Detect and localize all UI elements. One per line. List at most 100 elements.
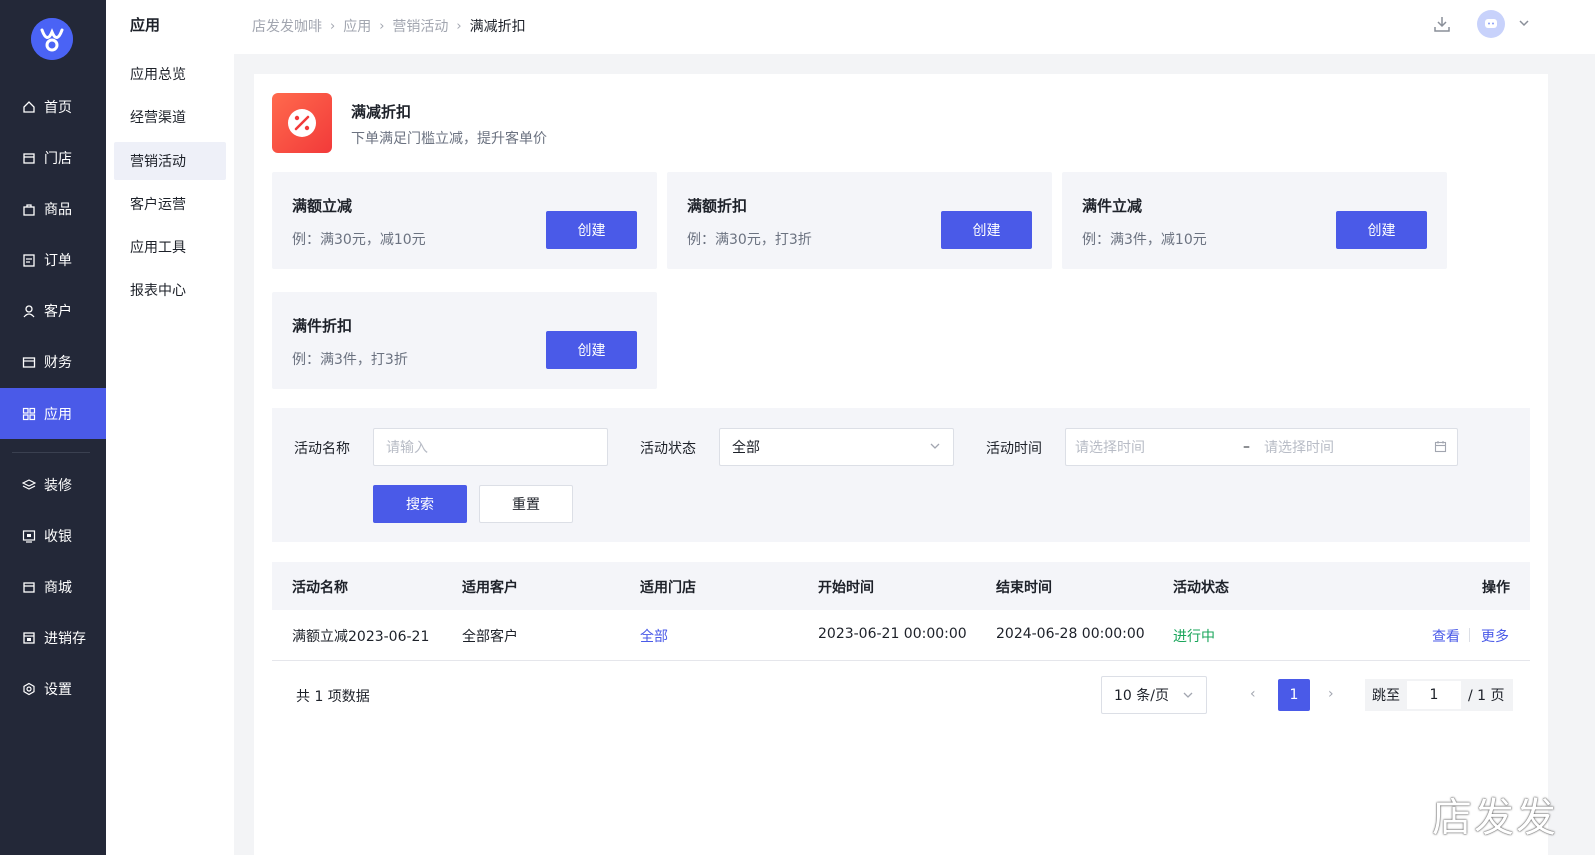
create-button[interactable]: 创建: [546, 211, 637, 249]
jump-input[interactable]: 1: [1407, 681, 1461, 709]
start-time-input[interactable]: 请选择时间: [1075, 437, 1145, 457]
activity-status-label: 活动状态: [640, 441, 696, 457]
inventory-icon: [22, 631, 36, 645]
submenu-item-marketing[interactable]: 营销活动: [114, 142, 226, 180]
chevron-right-icon: ›: [330, 18, 336, 34]
logo[interactable]: [31, 18, 73, 60]
submenu-item-tools[interactable]: 应用工具: [114, 228, 226, 266]
nav-item-settings[interactable]: 设置: [0, 664, 106, 714]
user-icon: [22, 304, 36, 318]
logo-icon: [31, 18, 73, 60]
avatar[interactable]: [1477, 10, 1505, 38]
home-icon: [22, 100, 36, 114]
card-description: 例：满30元，减10元: [292, 232, 426, 248]
page-number-current[interactable]: 1: [1278, 679, 1310, 711]
store-icon: [22, 151, 36, 165]
chevron-down-icon: [1182, 689, 1194, 705]
breadcrumb-item[interactable]: 店发发咖啡: [252, 16, 322, 36]
range-separator: –: [1243, 439, 1250, 455]
end-time-input[interactable]: 请选择时间: [1264, 437, 1334, 457]
card-title: 满件折扣: [292, 317, 353, 335]
column-header: 活动状态: [1173, 580, 1229, 596]
nav-item-label: 首页: [44, 100, 72, 116]
column-header: 操作: [1482, 580, 1510, 596]
nav-divider: [12, 452, 90, 453]
next-page-icon[interactable]: ›: [1328, 686, 1334, 702]
nav-item-order[interactable]: 订单: [0, 235, 106, 285]
download-icon[interactable]: [1432, 14, 1452, 34]
calendar-icon: [1434, 440, 1447, 457]
column-header: 开始时间: [818, 580, 874, 596]
reset-button[interactable]: 重置: [479, 485, 573, 523]
breadcrumb-item[interactable]: 应用: [343, 16, 371, 36]
submenu-item-overview[interactable]: 应用总览: [114, 55, 226, 93]
activity-time-range[interactable]: 请选择时间 – 请选择时间: [1065, 428, 1458, 466]
activity-status-select[interactable]: 全部: [719, 428, 954, 466]
view-link[interactable]: 查看: [1432, 626, 1460, 646]
submenu-item-reports[interactable]: 报表中心: [114, 271, 226, 309]
nav-item-cashier[interactable]: 收银: [0, 511, 106, 561]
nav-item-customer[interactable]: 客户: [0, 286, 106, 336]
watermark: 店发发: [1432, 795, 1558, 841]
input-placeholder: 请输入: [386, 440, 428, 456]
nav-item-decorate[interactable]: 装修: [0, 460, 106, 510]
nav-item-label: 应用: [44, 406, 72, 423]
nav-item-label: 装修: [44, 478, 72, 494]
column-header: 结束时间: [996, 580, 1052, 596]
filter-panel: 活动名称 请输入 活动状态 全部 活动时间 请选择时间 – 请选择时间 搜索 重…: [272, 408, 1530, 542]
nav-item-label: 财务: [44, 355, 72, 371]
breadcrumb: 店发发咖啡 › 应用 › 营销活动 › 满减折扣: [252, 16, 526, 36]
column-header: 适用客户: [462, 580, 518, 596]
search-button[interactable]: 搜索: [373, 485, 467, 523]
sub-menu: 应用 应用总览 经营渠道 营销活动 客户运营 应用工具 报表中心: [106, 0, 234, 855]
nav-item-goods[interactable]: 商品: [0, 184, 106, 234]
activity-type-card: 满额折扣 例：满30元，打3折 创建: [667, 172, 1052, 269]
submenu-title: 应用: [130, 16, 161, 34]
submenu-item-channels[interactable]: 经营渠道: [114, 98, 226, 136]
action-divider: [1469, 628, 1470, 642]
activity-type-card: 满件折扣 例：满3件，打3折 创建: [272, 292, 657, 389]
nav-item-mall[interactable]: 商城: [0, 562, 106, 612]
nav-item-inventory[interactable]: 进销存: [0, 613, 106, 663]
select-value: 全部: [732, 440, 760, 456]
page-jumper: 跳至 1 / 1 页: [1365, 679, 1513, 711]
shop-icon: [22, 580, 36, 594]
nav-item-store[interactable]: 门店: [0, 133, 106, 183]
create-button[interactable]: 创建: [1336, 211, 1427, 249]
prev-page-icon[interactable]: ‹: [1250, 686, 1256, 702]
wallet-icon: [22, 355, 36, 369]
order-icon: [22, 253, 36, 267]
nav-item-label: 设置: [44, 682, 72, 698]
nav-item-label: 订单: [44, 253, 72, 269]
discount-app-icon: [272, 93, 332, 153]
chevron-down-icon[interactable]: [1517, 16, 1531, 30]
page-size-select[interactable]: 10 条/页: [1101, 676, 1207, 714]
card-description: 例：满3件，打3折: [292, 352, 408, 368]
table-header: 活动名称 适用客户 适用门店 开始时间 结束时间 活动状态 操作: [272, 562, 1530, 610]
submenu-item-customer-ops[interactable]: 客户运营: [114, 185, 226, 223]
nav-item-finance[interactable]: 财务: [0, 337, 106, 387]
nav-item-home[interactable]: 首页: [0, 82, 106, 132]
top-header: 店发发咖啡 › 应用 › 营销活动 › 满减折扣: [234, 0, 1595, 54]
nav-item-label: 商品: [44, 202, 72, 218]
cell-end-time: 2024-06-28 00:00:00: [996, 626, 1145, 642]
nav-item-label: 门店: [44, 151, 72, 167]
page-size-value: 10 条/页: [1114, 688, 1169, 704]
activity-type-card: 满件立减 例：满3件，减10元 创建: [1062, 172, 1447, 269]
more-link[interactable]: 更多: [1481, 626, 1509, 646]
total-pages: / 1 页: [1468, 688, 1505, 704]
cell-customer: 全部客户: [462, 629, 518, 645]
breadcrumb-item[interactable]: 营销活动: [392, 16, 448, 36]
breadcrumb-current: 满减折扣: [469, 19, 526, 35]
create-button[interactable]: 创建: [941, 211, 1032, 249]
nav-item-label: 收银: [44, 529, 72, 545]
nav-item-apps[interactable]: 应用: [0, 388, 106, 439]
bag-icon: [22, 202, 36, 216]
activity-name-input[interactable]: 请输入: [373, 428, 608, 466]
nav-item-label: 商城: [44, 580, 72, 596]
create-button[interactable]: 创建: [546, 331, 637, 369]
cell-store-link[interactable]: 全部: [640, 626, 668, 646]
app-title: 满减折扣: [351, 103, 412, 121]
jump-label: 跳至: [1372, 688, 1400, 704]
nav-item-label: 客户: [44, 304, 72, 320]
